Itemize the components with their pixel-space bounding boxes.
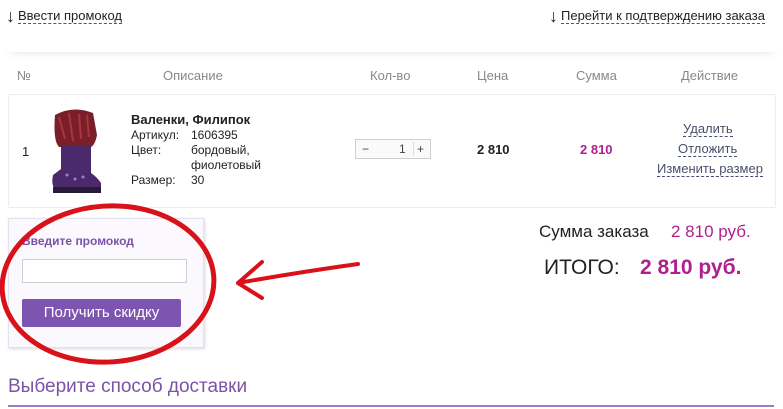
total-value: 2 810 руб. <box>640 256 742 279</box>
delivery-divider <box>8 405 774 407</box>
decrement-button[interactable]: − <box>362 142 369 156</box>
color-value-2: фиолетовый <box>191 158 262 172</box>
column-header-sum: Сумма <box>576 68 617 83</box>
delivery-section-title: Выберите способ доставки <box>8 376 248 397</box>
size-label: Размер: <box>131 173 176 187</box>
order-sum-value: 2 810 руб. <box>671 222 751 241</box>
arrow-down-icon: ↓ <box>549 6 558 26</box>
size-value: 30 <box>191 173 205 187</box>
go-to-confirmation-link[interactable]: ↓ Перейти к подтверждению заказа <box>549 6 765 27</box>
total-label: ИТОГО: <box>544 256 620 279</box>
enter-promo-link[interactable]: ↓ Ввести промокод <box>6 6 123 27</box>
delete-link[interactable]: Удалить <box>683 122 733 137</box>
increment-button[interactable]: + <box>413 142 424 156</box>
arrow-down-icon: ↓ <box>6 6 15 26</box>
item-sum: 2 810 <box>580 142 613 157</box>
quantity-stepper: − 1 + <box>355 139 431 159</box>
annotation-arrow <box>236 260 360 300</box>
change-size-link[interactable]: Изменить размер <box>657 162 763 177</box>
article-value: 1606395 <box>191 128 238 142</box>
product-image[interactable] <box>45 105 107 199</box>
order-sum-label: Сумма заказа <box>539 222 649 241</box>
product-attributes: Артикул: 1606395 Цвет: бордовый, фиолетовы… <box>131 128 261 188</box>
promo-code-panel: Введите промокод Получить скидку <box>8 218 204 348</box>
top-navigation: ↓ Ввести промокод ↓ Перейти к подтверждени… <box>0 0 783 52</box>
column-header-quantity: Кол-во <box>370 68 411 83</box>
quantity-input[interactable]: 1 <box>399 142 406 156</box>
column-header-price: Цена <box>477 68 509 83</box>
column-header-number: № <box>17 68 31 83</box>
promo-title: Введите промокод <box>22 234 134 248</box>
promo-code-input[interactable] <box>22 259 187 283</box>
product-name[interactable]: Валенки, Филипок <box>131 112 250 127</box>
item-price: 2 810 <box>477 142 510 157</box>
column-header-action: Действие <box>681 68 739 83</box>
color-label: Цвет: <box>131 143 162 157</box>
article-label: Артикул: <box>131 128 180 142</box>
column-header-description: Описание <box>163 68 223 83</box>
get-discount-button[interactable]: Получить скидку <box>22 299 181 327</box>
item-number: 1 <box>22 144 30 159</box>
color-value: бордовый, <box>191 143 250 157</box>
cart-item-row: 1 Валенки, Филипок Артикул: 1606395 Цвет:… <box>8 94 776 208</box>
postpone-link[interactable]: Отложить <box>678 142 738 157</box>
